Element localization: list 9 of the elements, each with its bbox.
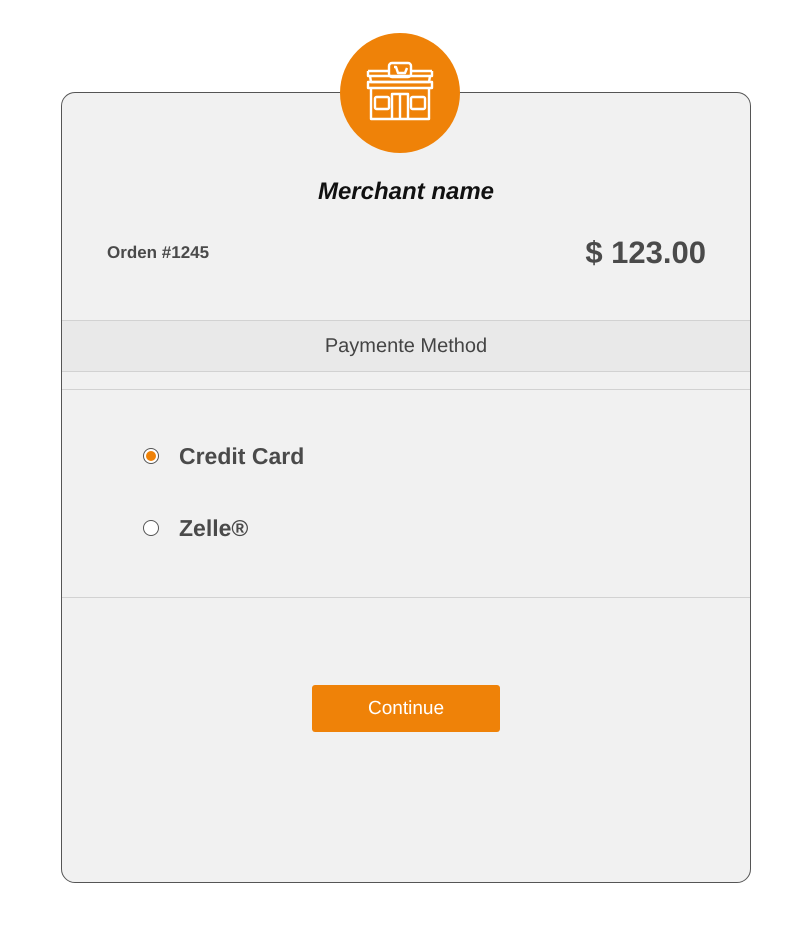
section-title: Paymente Method <box>324 334 488 358</box>
order-number: Orden #1245 <box>107 243 210 263</box>
order-amount: $ 123.00 <box>585 235 706 271</box>
store-icon <box>364 61 436 121</box>
merchant-name: Merchant name <box>316 177 496 207</box>
radio-button[interactable] <box>143 520 159 536</box>
payment-option[interactable]: Credit Card <box>143 442 750 470</box>
radio-button[interactable] <box>143 448 159 464</box>
payment-option[interactable]: Zelle® <box>143 514 750 542</box>
